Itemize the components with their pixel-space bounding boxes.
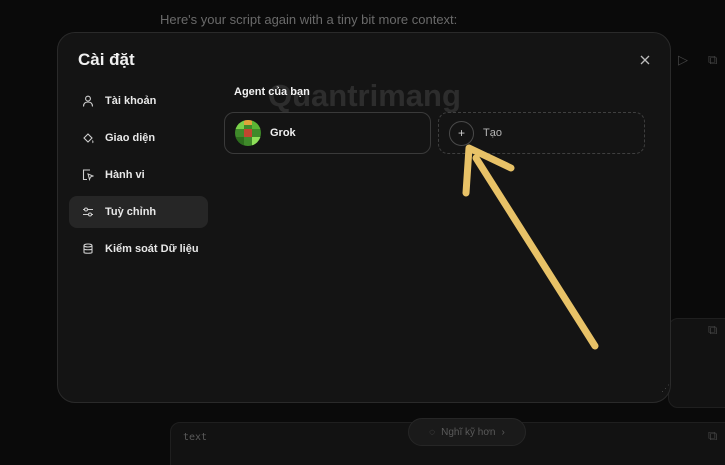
resize-handle-icon[interactable]: ⋰ bbox=[661, 383, 670, 394]
nav-item-appearance[interactable]: Giao diện bbox=[69, 122, 208, 154]
copy-icon: ⧉ bbox=[708, 52, 718, 67]
close-button[interactable] bbox=[635, 50, 655, 70]
sliders-icon bbox=[81, 205, 95, 219]
agent-card-grok[interactable]: Grok bbox=[224, 112, 431, 154]
lightbulb-icon: ◌ bbox=[429, 426, 436, 438]
think-harder-button[interactable]: ◌ Nghĩ kỹ hơn › bbox=[408, 418, 526, 446]
nav-item-label: Tuỳ chỉnh bbox=[105, 206, 157, 218]
page: Here's your script again with a tiny bit… bbox=[0, 0, 725, 465]
cursor-box-icon bbox=[81, 168, 95, 182]
play-icon: ▷ bbox=[678, 52, 688, 67]
think-harder-label: Nghĩ kỹ hơn bbox=[441, 426, 496, 438]
nav-item-behavior[interactable]: Hành vi bbox=[69, 159, 208, 191]
dialog-title: Cài đặt bbox=[78, 50, 135, 69]
copy-icon: ⧉ bbox=[708, 322, 718, 337]
plus-icon: + bbox=[449, 120, 474, 146]
section-title: Agent của bạn bbox=[234, 86, 310, 98]
nav-item-data-controls[interactable]: Kiểm soát Dữ liệu bbox=[69, 233, 208, 265]
agent-avatar bbox=[235, 120, 261, 146]
nav-item-customize[interactable]: Tuỳ chỉnh bbox=[69, 196, 208, 228]
chat-message-text: Here's your script again with a tiny bit… bbox=[160, 12, 458, 27]
user-icon bbox=[81, 94, 95, 108]
nav-item-account[interactable]: Tài khoản bbox=[69, 85, 208, 117]
paint-bucket-icon bbox=[81, 131, 95, 145]
nav-item-label: Kiểm soát Dữ liệu bbox=[105, 243, 199, 255]
settings-dialog: Cài đặt Tài khoản Giao diện Hành vi Tuỳ … bbox=[57, 32, 671, 403]
create-agent-button[interactable]: + Tạo bbox=[438, 112, 645, 154]
copy-icon: ⧉ bbox=[708, 428, 718, 443]
nav-item-label: Tài khoản bbox=[105, 95, 157, 107]
chevron-right-icon: › bbox=[501, 426, 505, 438]
database-icon bbox=[81, 242, 95, 256]
nav-item-label: Hành vi bbox=[105, 169, 145, 181]
code-block-label: text bbox=[183, 432, 208, 443]
agent-name: Grok bbox=[270, 127, 296, 139]
nav-item-label: Giao diện bbox=[105, 132, 156, 144]
create-agent-label: Tạo bbox=[483, 127, 502, 139]
close-icon bbox=[640, 55, 650, 65]
settings-nav: Tài khoản Giao diện Hành vi Tuỳ chỉnh Ki… bbox=[69, 85, 208, 270]
